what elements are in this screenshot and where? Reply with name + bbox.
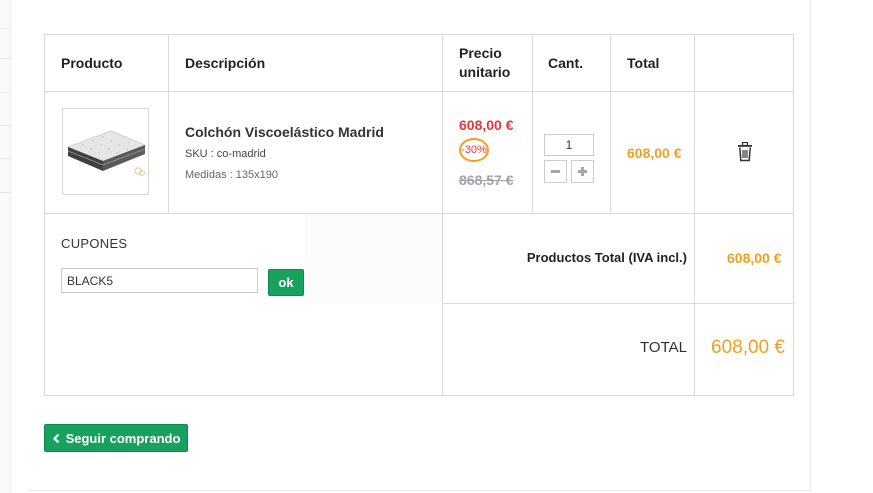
coupon-code-input[interactable] [61,268,258,293]
coupons-title: CUPONES [61,236,128,251]
header-product: Producto [61,55,123,71]
coupon-area-background [305,215,442,303]
rail-divider [0,158,10,159]
left-rail [0,0,11,493]
header-divider [45,91,793,92]
continue-shopping-button[interactable]: Seguir comprando [44,424,188,452]
line-total: 608,00 € [627,145,682,161]
header-unit-price: Precio unitario [459,35,510,91]
mattress-image [67,130,146,176]
apply-coupon-button[interactable]: ok [268,269,304,296]
product-name[interactable]: Colchón Viscoelástico Madrid [185,124,384,140]
header-unit-price-line2: unitario [459,64,511,80]
product-thumbnail[interactable] [62,108,149,195]
continue-shopping-label: Seguir comprando [65,430,181,446]
trash-icon [738,141,752,162]
header-description: Descripción [185,55,266,71]
chevron-left-icon [52,433,59,443]
rail-divider [0,125,10,126]
rail-divider [0,92,10,93]
summary-divider [443,303,793,304]
header-total: Total [627,55,660,71]
rail-divider [0,192,10,193]
header-qty: Cant. [548,55,583,71]
col-divider [694,35,695,395]
subtotal-label: Productos Total (IVA incl.) [526,250,687,265]
rail-divider [0,28,10,29]
grand-total-value: 608,00 € [711,337,785,358]
minus-icon [551,170,560,173]
subtotal-value: 608,00 € [727,250,782,266]
plus-icon [578,167,587,176]
delete-item-button[interactable] [737,141,753,162]
quantity-increase-button[interactable] [571,160,594,183]
quantity-decrease-button[interactable] [544,160,567,183]
right-margin [811,0,873,493]
col-divider [168,35,169,213]
row-divider [45,213,793,214]
grand-total-label: TOTAL [640,339,687,356]
unit-price-original: 868,57 € [459,172,514,188]
col-divider [610,35,611,213]
header-unit-price-line1: Precio [459,45,502,61]
cart-table: Producto Descripción Precio unitario Can… [44,34,794,396]
discount-badge: -30% [459,138,489,162]
rail-divider [0,58,10,59]
product-size: Medidas : 135x190 [185,169,278,181]
col-divider [442,35,443,395]
unit-price-discounted: 608,00 € [459,117,514,133]
product-sku: SKU : co-madrid [185,148,266,160]
col-divider [532,35,533,213]
quantity-input[interactable] [544,134,594,156]
